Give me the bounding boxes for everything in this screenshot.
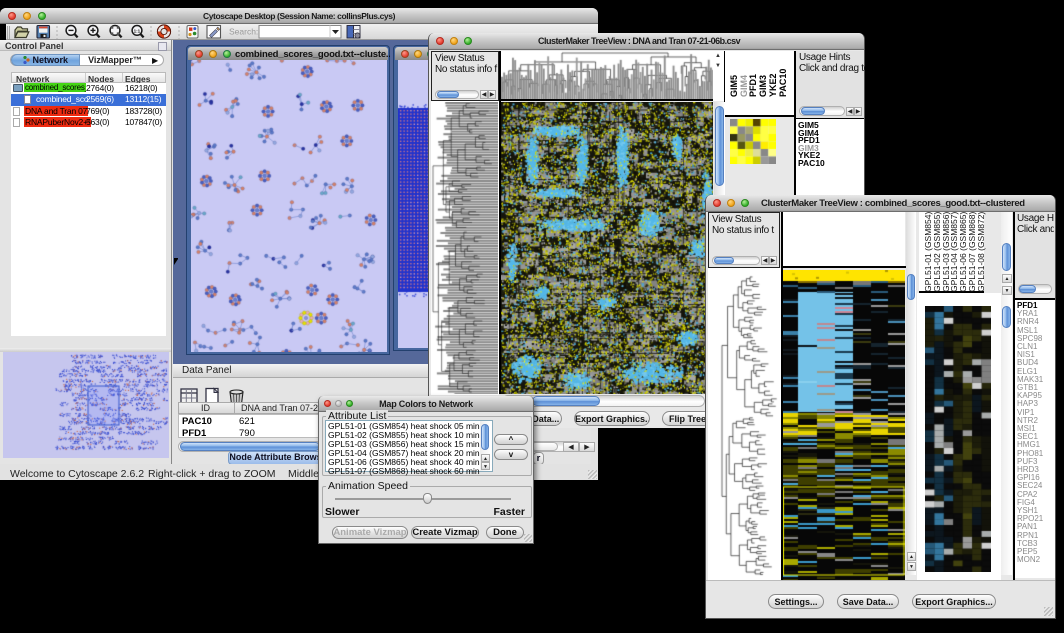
svg-text:1:1: 1:1: [134, 29, 141, 34]
svg-text:Search:: Search:: [229, 27, 258, 37]
